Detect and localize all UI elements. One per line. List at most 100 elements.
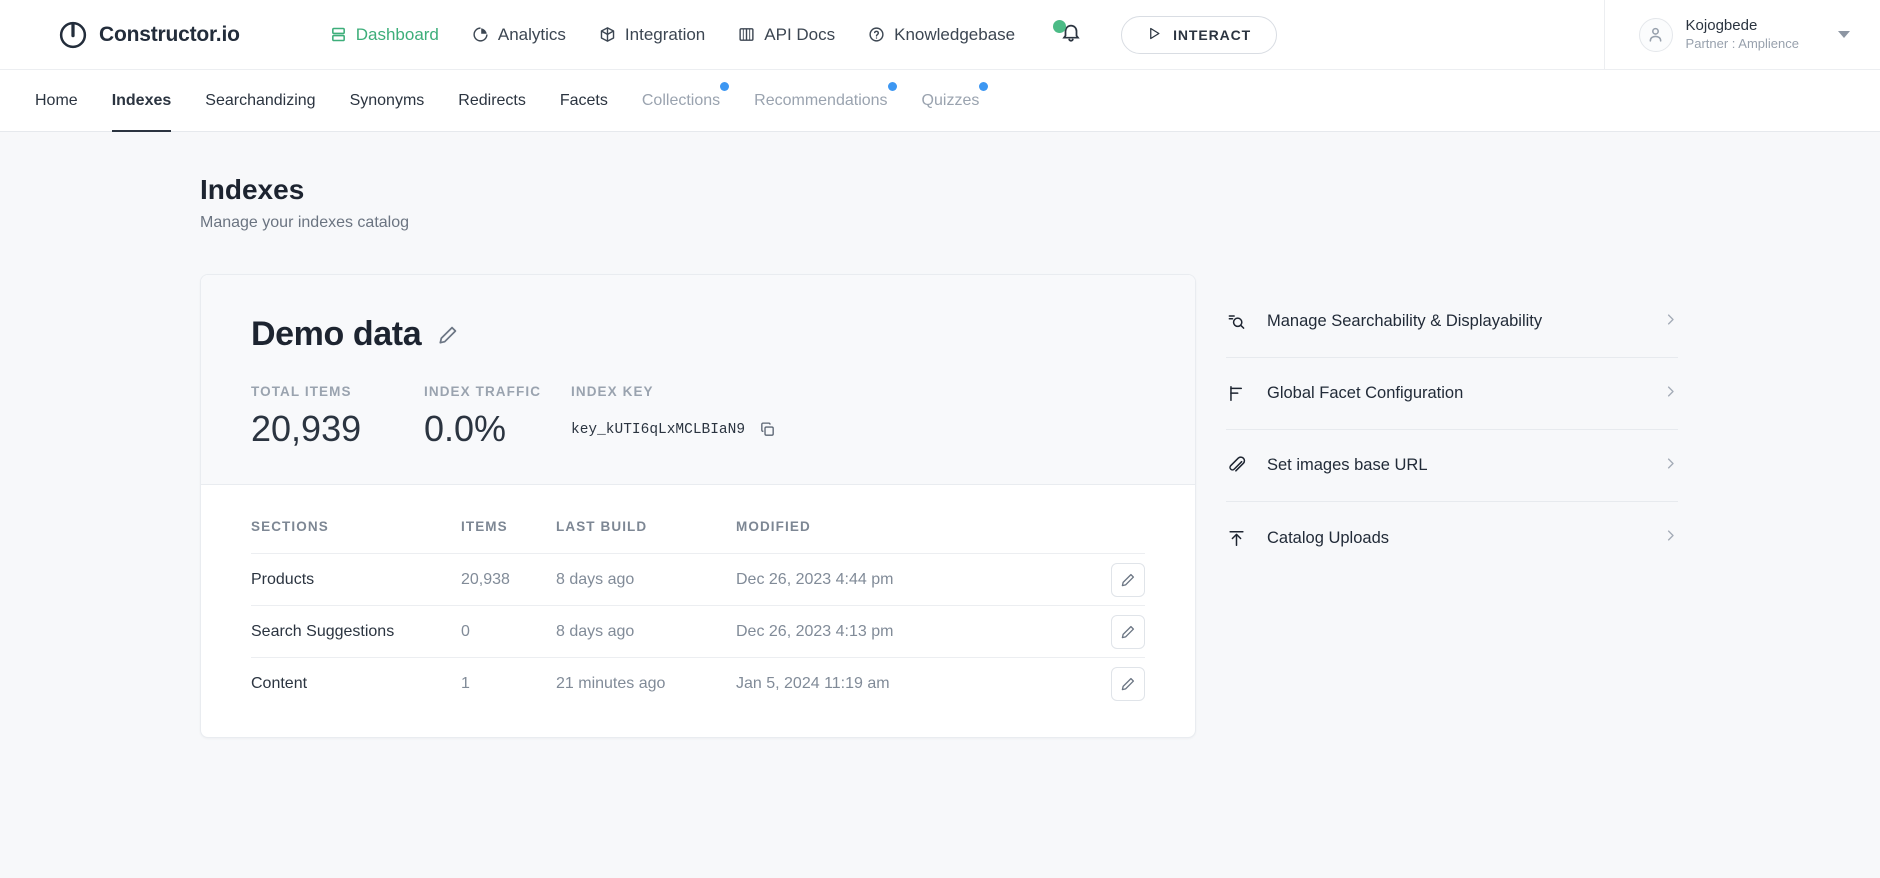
chevron-right-icon [1663, 384, 1678, 404]
subnav-home-label: Home [35, 91, 78, 109]
stat-index-key-label: INDEX KEY [571, 384, 654, 399]
subnav-indexes-label: Indexes [111, 91, 172, 109]
side-item-manage-searchability[interactable]: Manage Searchability & Displayability [1226, 286, 1678, 358]
copy-icon[interactable] [759, 421, 776, 438]
nav-knowledgebase-label: Knowledgebase [894, 24, 1016, 44]
chevron-right-icon [1663, 312, 1678, 332]
chevron-right-icon [1663, 456, 1678, 476]
row-items-count: 0 [461, 622, 470, 640]
notification-badge-dot [1053, 19, 1067, 33]
col-header-items: ITEMS [461, 518, 508, 534]
row-last-build: 21 minutes ago [556, 674, 666, 692]
nav-integration-label: Integration [624, 24, 706, 44]
edit-section-button[interactable] [1111, 614, 1145, 649]
new-badge-dot [979, 82, 989, 91]
subnav-item-searchandizing[interactable]: Searchandizing [188, 70, 332, 131]
nav-integration[interactable]: Integration [599, 25, 705, 45]
upload-icon [1226, 529, 1246, 548]
side-item-label: Catalog Uploads [1267, 528, 1389, 547]
stat-total-items-value: 20,939 [251, 408, 362, 449]
row-items-count: 20,938 [461, 570, 510, 588]
col-header-last-build: LAST BUILD [556, 518, 648, 534]
chevron-right-icon [1663, 528, 1678, 548]
edit-section-button[interactable] [1111, 562, 1145, 597]
subnav-recommendations-label: Recommendations [754, 91, 888, 109]
profile-name: Kojogbede [1685, 17, 1758, 34]
index-name: Demo data [251, 315, 422, 353]
search-settings-icon [1226, 312, 1246, 331]
nav-analytics-label: Analytics [497, 24, 566, 44]
book-icon [738, 26, 755, 43]
row-items-count: 1 [461, 674, 470, 692]
stat-index-key-value: key_kUTI6qLxMCLBIaN9 [571, 421, 746, 438]
subnav-synonyms-label: Synonyms [349, 91, 425, 109]
nav-api-docs[interactable]: API Docs [738, 25, 835, 45]
table-header-row: SECTIONS ITEMS LAST BUILD MODIFIED [251, 499, 1145, 553]
brand-name: Constructor.io [99, 22, 240, 46]
stat-index-traffic: INDEX TRAFFIC 0.0% [424, 384, 571, 450]
side-item-catalog-uploads[interactable]: Catalog Uploads [1226, 502, 1678, 574]
nav-knowledgebase[interactable]: Knowledgebase [868, 25, 1015, 45]
row-modified: Jan 5, 2024 11:19 am [736, 674, 890, 692]
nav-dashboard-label: Dashboard [355, 24, 439, 44]
subnav-item-recommendations[interactable]: Recommendations [737, 70, 904, 131]
stat-index-traffic-label: INDEX TRAFFIC [424, 384, 542, 399]
interact-button-label: INTERACT [1173, 26, 1252, 43]
edit-section-button[interactable] [1111, 666, 1145, 701]
subnav-collections-label: Collections [641, 91, 721, 109]
new-badge-dot [720, 82, 730, 91]
edit-index-name-button[interactable] [437, 324, 459, 346]
subnav-quizzes-label: Quizzes [921, 91, 980, 109]
side-item-set-images-base-url[interactable]: Set images base URL [1226, 430, 1678, 502]
col-header-sections: SECTIONS [251, 518, 329, 534]
top-header-bar: Constructor.io Dashboard Analytics Integ… [0, 0, 1880, 70]
subnav-item-quizzes[interactable]: Quizzes [905, 70, 997, 131]
stat-total-items-label: TOTAL ITEMS [251, 384, 352, 399]
page-subtitle: Manage your indexes catalog [200, 214, 410, 231]
primary-navigation: Dashboard Analytics Integration API Docs… [330, 25, 1015, 45]
power-circle-icon [58, 20, 88, 50]
side-item-global-facet-configuration[interactable]: Global Facet Configuration [1226, 358, 1678, 430]
interact-button[interactable]: INTERACT [1121, 15, 1278, 54]
notifications-button[interactable] [1053, 19, 1085, 49]
row-section-name: Search Suggestions [251, 622, 395, 640]
nav-analytics[interactable]: Analytics [472, 25, 566, 45]
page-title: Indexes [200, 174, 305, 205]
brand-logo-link[interactable]: Constructor.io [58, 20, 240, 50]
side-item-label: Set images base URL [1267, 456, 1428, 474]
dashboard-icon [330, 26, 347, 43]
subnav-item-redirects[interactable]: Redirects [441, 70, 543, 131]
subnav-item-synonyms[interactable]: Synonyms [333, 70, 442, 131]
row-last-build: 8 days ago [556, 570, 635, 588]
row-section-name: Content [251, 674, 308, 692]
nav-dashboard[interactable]: Dashboard [330, 25, 439, 45]
index-settings-menu: Manage Searchability & Displayability Gl… [1226, 274, 1678, 738]
page-content: Indexes Manage your indexes catalog Demo… [0, 132, 1880, 738]
subnav-item-facets[interactable]: Facets [543, 70, 625, 131]
new-badge-dot [887, 82, 897, 91]
index-stats: TOTAL ITEMS 20,939 INDEX TRAFFIC 0.0% IN… [251, 384, 1145, 450]
table-row[interactable]: Products 20,938 8 days ago Dec 26, 2023 … [251, 553, 1145, 605]
index-card: Demo data TOTAL ITEMS 20,939 INDEX TRAFF… [200, 274, 1196, 738]
subnav-item-indexes[interactable]: Indexes [95, 70, 189, 132]
chevron-down-icon[interactable] [1838, 31, 1850, 38]
row-modified: Dec 26, 2023 4:44 pm [736, 570, 894, 588]
side-item-label: Global Facet Configuration [1267, 384, 1464, 402]
subnav-item-home[interactable]: Home [18, 70, 95, 131]
table-row[interactable]: Content 1 21 minutes ago Jan 5, 2024 11:… [251, 657, 1145, 709]
user-profile-menu[interactable]: Kojogbede Partner : Amplience [1603, 0, 1850, 70]
row-last-build: 8 days ago [556, 622, 635, 640]
sections-table: SECTIONS ITEMS LAST BUILD MODIFIED Produ… [201, 499, 1195, 737]
subnav-redirects-label: Redirects [458, 91, 526, 109]
subnav-item-collections[interactable]: Collections [625, 70, 737, 131]
profile-role: Partner : Amplience [1685, 35, 1799, 51]
side-item-label: Manage Searchability & Displayability [1267, 312, 1543, 330]
nav-api-docs-label: API Docs [764, 24, 836, 44]
table-row[interactable]: Search Suggestions 0 8 days ago Dec 26, … [251, 605, 1145, 657]
stat-index-key: INDEX KEY key_kUTI6qLxMCLBIaN9 [571, 384, 776, 450]
index-card-header: Demo data TOTAL ITEMS 20,939 INDEX TRAFF… [201, 275, 1195, 485]
play-icon [1147, 26, 1162, 44]
analytics-pie-icon [472, 26, 489, 43]
integration-box-icon [599, 26, 616, 43]
stat-index-traffic-value: 0.0% [424, 408, 507, 449]
